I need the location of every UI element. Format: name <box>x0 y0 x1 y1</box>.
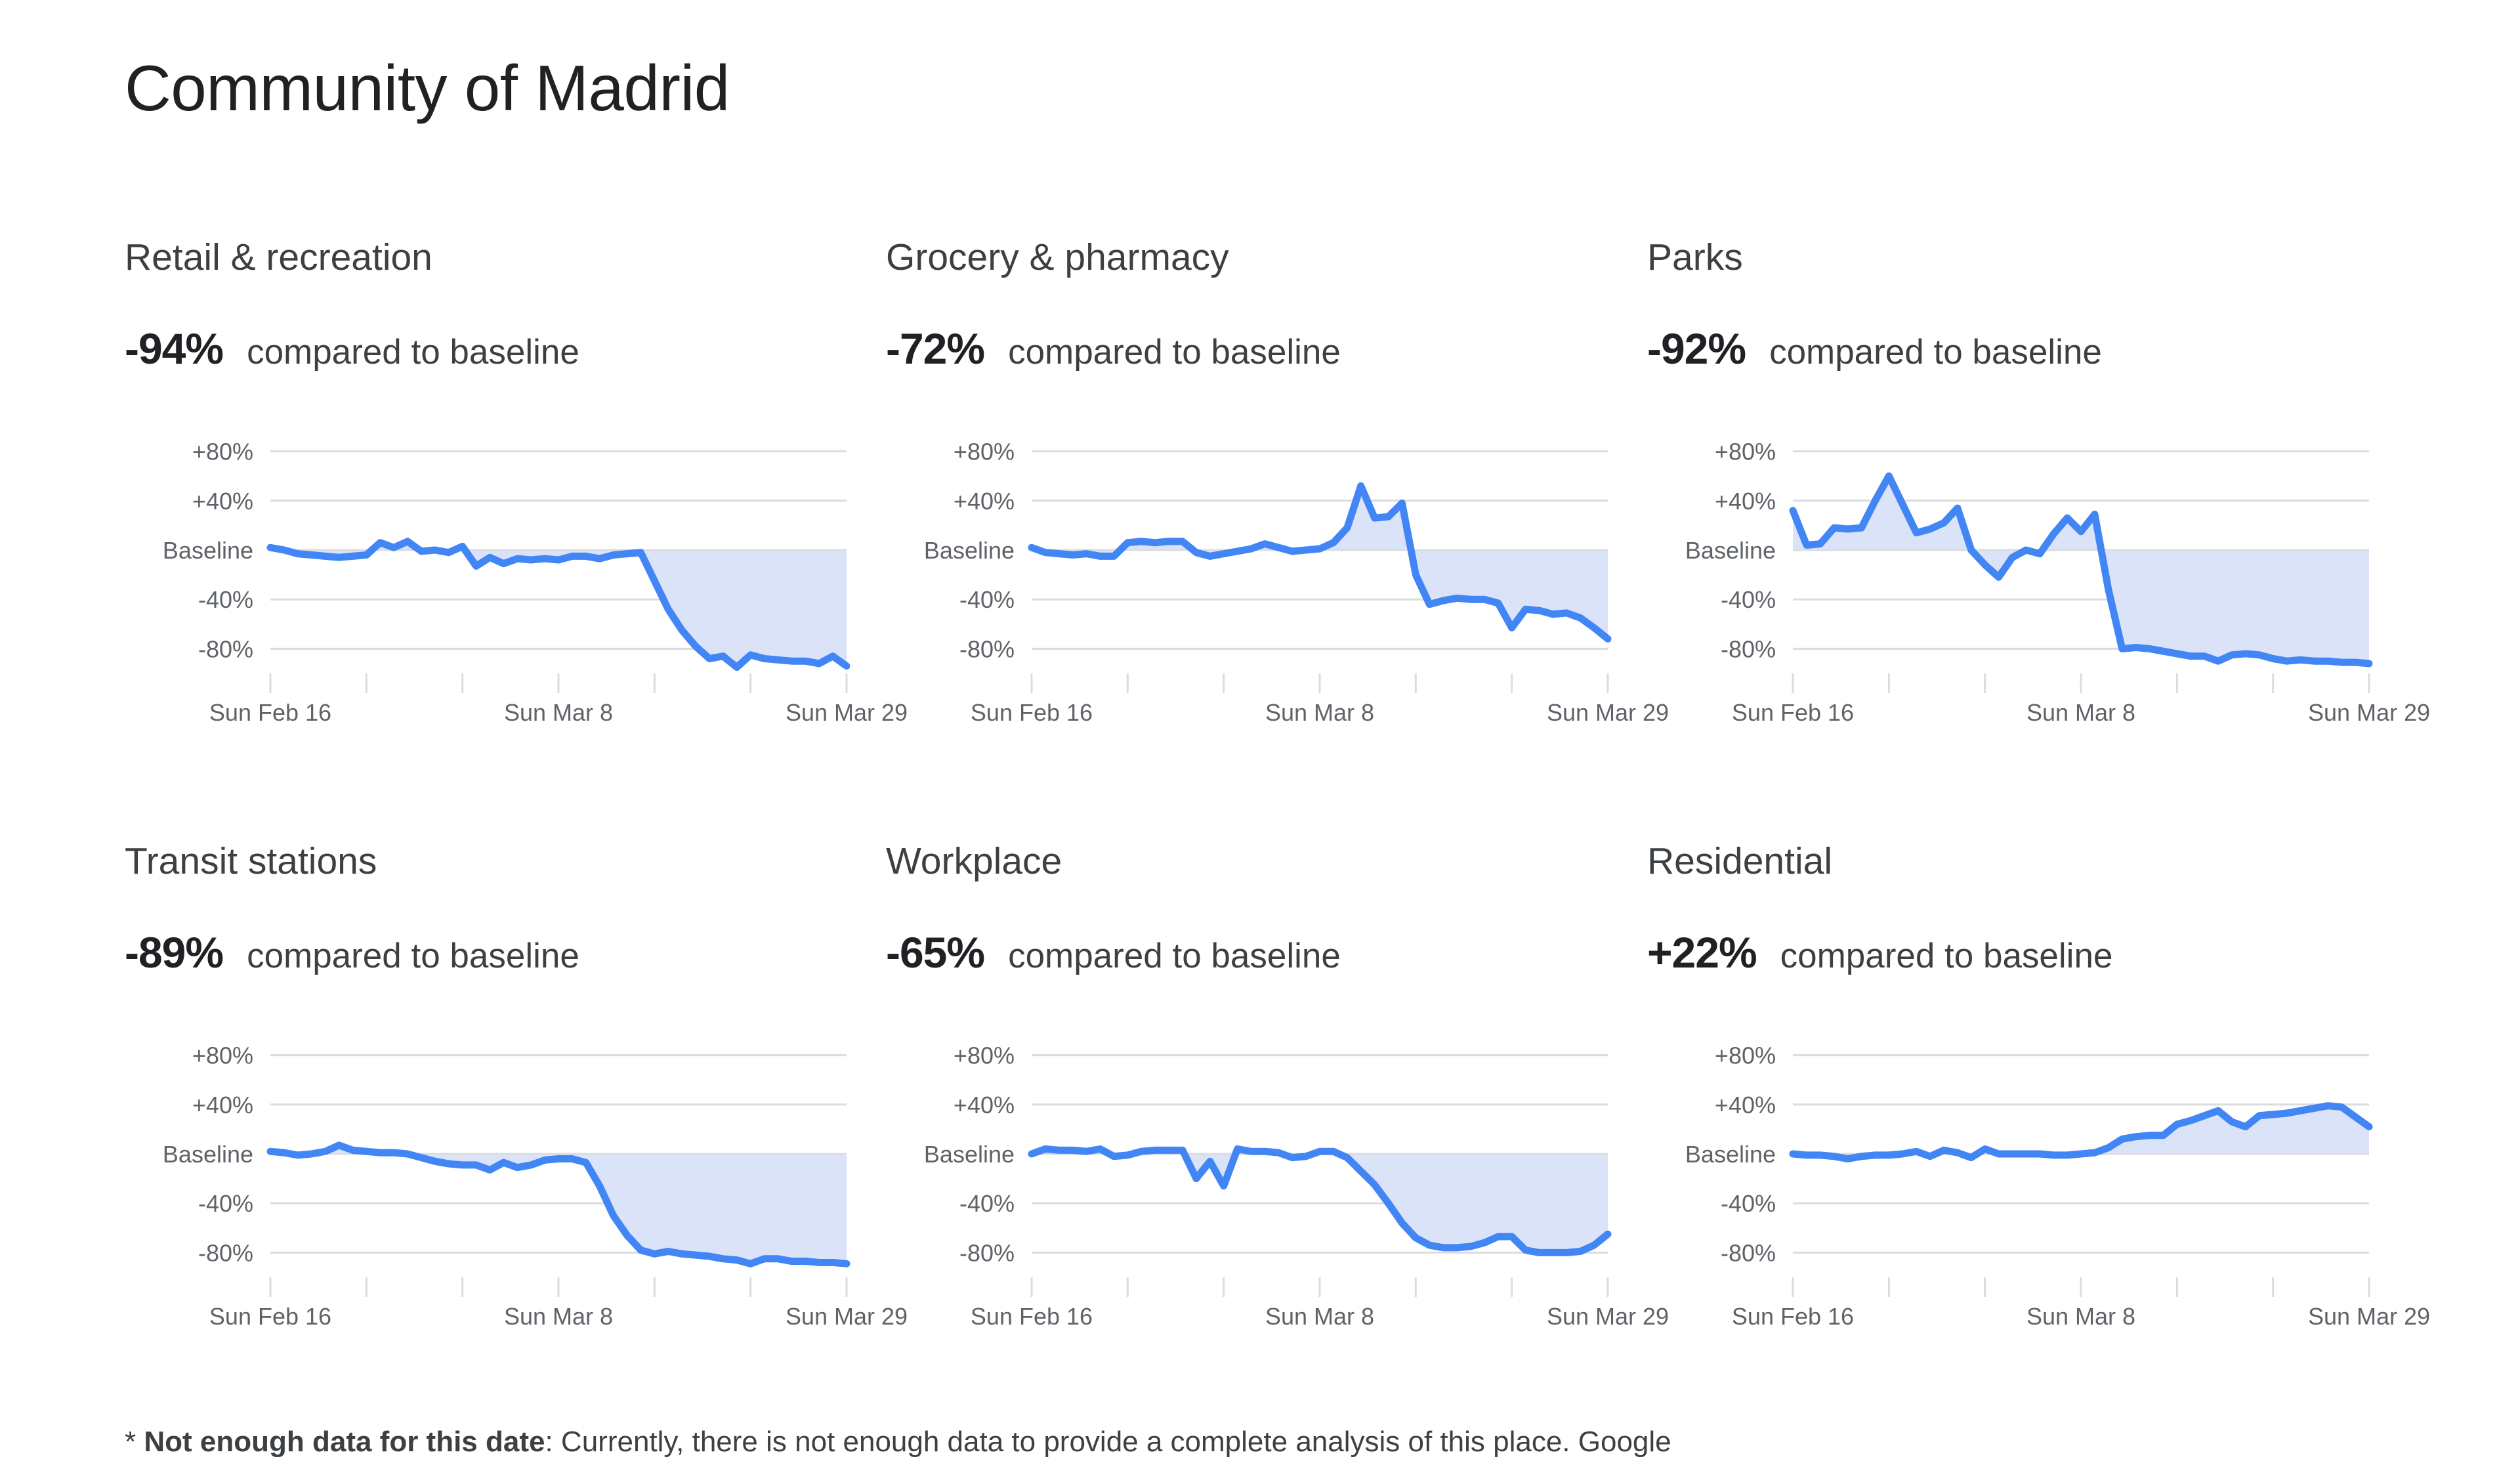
category-title: Parks <box>1647 236 1743 278</box>
footnote-rest: : Currently, there is not enough data to… <box>545 1426 1671 1458</box>
category-title: Residential <box>1647 840 1832 882</box>
chart-svg: +80% +40% Baseline -40% -80% Sun Feb 16 Sun Ma… <box>1685 1042 2430 1330</box>
compared-to-baseline-label: compared to baseline <box>247 333 579 372</box>
x-axis-tick-label: Sun Feb 16 <box>1732 699 1854 726</box>
mobility-trend-chart[interactable]: +80% +40% Baseline -40% -80% Sun Feb 16 Sun Ma… <box>886 417 1669 726</box>
y-axis-tick-label: +80% <box>1715 438 1776 465</box>
chart-card: Workplace -65% compared to baseline +80% +40… <box>886 840 1669 1444</box>
y-axis-tick-label: +80% <box>192 438 253 465</box>
compared-to-baseline-label: compared to baseline <box>1008 937 1341 975</box>
y-axis-tick-label: +80% <box>1715 1042 1776 1069</box>
compared-to-baseline-label: compared to baseline <box>247 937 579 975</box>
chart-svg: +80% +40% Baseline -40% -80% Sun Feb 16 Sun Ma… <box>1685 438 2430 726</box>
chart-card: Parks -92% compared to baseline +80% +40% Bas… <box>1647 236 2430 840</box>
mobility-trend-chart[interactable]: +80% +40% Baseline -40% -80% Sun Feb 16 Sun Ma… <box>1647 1021 2430 1330</box>
category-summary: -65% compared to baseline <box>886 928 1647 981</box>
chart-svg: +80% +40% Baseline -40% -80% Sun Feb 16 Sun Ma… <box>163 438 908 726</box>
compared-to-baseline-label: compared to baseline <box>1008 333 1341 372</box>
y-axis-tick-label: +40% <box>192 1092 253 1118</box>
percent-change-value: -65% <box>886 928 985 977</box>
percent-change-value: -94% <box>125 324 224 373</box>
y-axis-tick-label: -40% <box>198 1190 253 1217</box>
x-axis-tick-label: Sun Feb 16 <box>971 699 1093 726</box>
mobility-trend-chart[interactable]: +80% +40% Baseline -40% -80% Sun Feb 16 Sun Ma… <box>886 1021 1669 1330</box>
x-axis-tick-label: Sun Feb 16 <box>209 699 331 726</box>
x-axis-tick-label: Sun Mar 8 <box>504 699 613 726</box>
y-axis-tick-label: Baseline <box>163 1141 253 1168</box>
y-axis-tick-label: -40% <box>1721 586 1776 613</box>
percent-change-value: -92% <box>1647 324 1746 373</box>
category-summary: -92% compared to baseline <box>1647 324 2408 377</box>
mobility-trend-chart[interactable]: +80% +40% Baseline -40% -80% Sun Feb 16 Sun Ma… <box>125 1021 908 1330</box>
chart-grid: Retail & recreation -94% compared to basel… <box>125 236 2435 1444</box>
mobility-trend-chart[interactable]: +80% +40% Baseline -40% -80% Sun Feb 16 Sun Ma… <box>1647 417 2430 726</box>
y-axis-tick-label: Baseline <box>924 537 1015 564</box>
x-axis-tick-label: Sun Mar 8 <box>1265 699 1374 726</box>
category-title: Transit stations <box>125 840 377 882</box>
chart-svg: +80% +40% Baseline -40% -80% Sun Feb 16 Sun Ma… <box>924 1042 1669 1330</box>
y-axis-tick-label: +80% <box>954 438 1015 465</box>
y-axis-tick-label: -80% <box>198 635 253 662</box>
compared-to-baseline-label: compared to baseline <box>1769 333 2102 372</box>
y-axis-tick-label: Baseline <box>1685 537 1776 564</box>
x-axis-tick-label: Sun Mar 8 <box>1265 1303 1374 1330</box>
page-title: Community of Madrid <box>125 52 730 124</box>
y-axis-tick-label: +40% <box>1715 1092 1776 1118</box>
chart-svg: +80% +40% Baseline -40% -80% Sun Feb 16 Sun Ma… <box>924 438 1669 726</box>
y-axis-tick-label: Baseline <box>1685 1141 1776 1168</box>
y-axis-tick-label: -80% <box>1721 1239 1776 1266</box>
y-axis-tick-label: -80% <box>959 1239 1015 1266</box>
x-axis-tick-label: Sun Mar 8 <box>2026 699 2135 726</box>
compared-to-baseline-label: compared to baseline <box>1780 937 2113 975</box>
series-area-fill <box>1793 476 2369 664</box>
y-axis-tick-label: +40% <box>954 488 1015 515</box>
y-axis-tick-label: +80% <box>192 1042 253 1069</box>
category-summary: +22% compared to baseline <box>1647 928 2408 981</box>
percent-change-value: +22% <box>1647 928 1757 977</box>
chart-svg: +80% +40% Baseline -40% -80% Sun Feb 16 Sun Ma… <box>163 1042 908 1330</box>
x-axis-tick-label: Sun Mar 8 <box>2026 1303 2135 1330</box>
category-summary: -89% compared to baseline <box>125 928 886 981</box>
category-summary: -72% compared to baseline <box>886 324 1647 377</box>
category-title: Workplace <box>886 840 1062 882</box>
x-axis-tick-label: Sun Feb 16 <box>1732 1303 1854 1330</box>
x-axis-tick-label: Sun Mar 29 <box>2308 1303 2430 1330</box>
y-axis-tick-label: -80% <box>1721 635 1776 662</box>
percent-change-value: -89% <box>125 928 224 977</box>
mobility-trend-chart[interactable]: +80% +40% Baseline -40% -80% Sun Feb 16 Sun Ma… <box>125 417 908 726</box>
series-area-fill <box>1032 1149 1608 1253</box>
category-title: Grocery & pharmacy <box>886 236 1229 278</box>
x-axis-tick-label: Sun Mar 8 <box>504 1303 613 1330</box>
chart-card: Grocery & pharmacy -72% compared to baseli… <box>886 236 1669 840</box>
y-axis-tick-label: -80% <box>198 1239 253 1266</box>
y-axis-tick-label: +80% <box>954 1042 1015 1069</box>
y-axis-tick-label: Baseline <box>924 1141 1015 1168</box>
footnote-not-enough-data: * Not enough data for this date: Current… <box>125 1423 2369 1461</box>
category-title: Retail & recreation <box>125 236 432 278</box>
y-axis-tick-label: +40% <box>954 1092 1015 1118</box>
chart-card: Transit stations -89% compared to baseline… <box>125 840 908 1444</box>
y-axis-tick-label: -80% <box>959 635 1015 662</box>
chart-card: Residential +22% compared to baseline +80% +… <box>1647 840 2430 1444</box>
y-axis-tick-label: -40% <box>1721 1190 1776 1217</box>
footnote-marker: * <box>125 1426 136 1458</box>
y-axis-tick-label: -40% <box>959 586 1015 613</box>
x-axis-tick-label: Sun Feb 16 <box>209 1303 331 1330</box>
y-axis-tick-label: Baseline <box>163 537 253 564</box>
y-axis-tick-label: +40% <box>192 488 253 515</box>
y-axis-tick-label: +40% <box>1715 488 1776 515</box>
chart-card: Retail & recreation -94% compared to basel… <box>125 236 908 840</box>
series-area-fill <box>270 1145 847 1264</box>
x-axis-tick-label: Sun Mar 29 <box>2308 699 2430 726</box>
y-axis-tick-label: -40% <box>198 586 253 613</box>
y-axis-tick-label: -40% <box>959 1190 1015 1217</box>
percent-change-value: -72% <box>886 324 985 373</box>
footnote-bold-label: Not enough data for this date <box>144 1426 545 1458</box>
x-axis-tick-label: Sun Feb 16 <box>971 1303 1093 1330</box>
mobility-report-page: Community of Madrid Retail & recreation -… <box>0 0 2520 1467</box>
category-summary: -94% compared to baseline <box>125 324 886 377</box>
